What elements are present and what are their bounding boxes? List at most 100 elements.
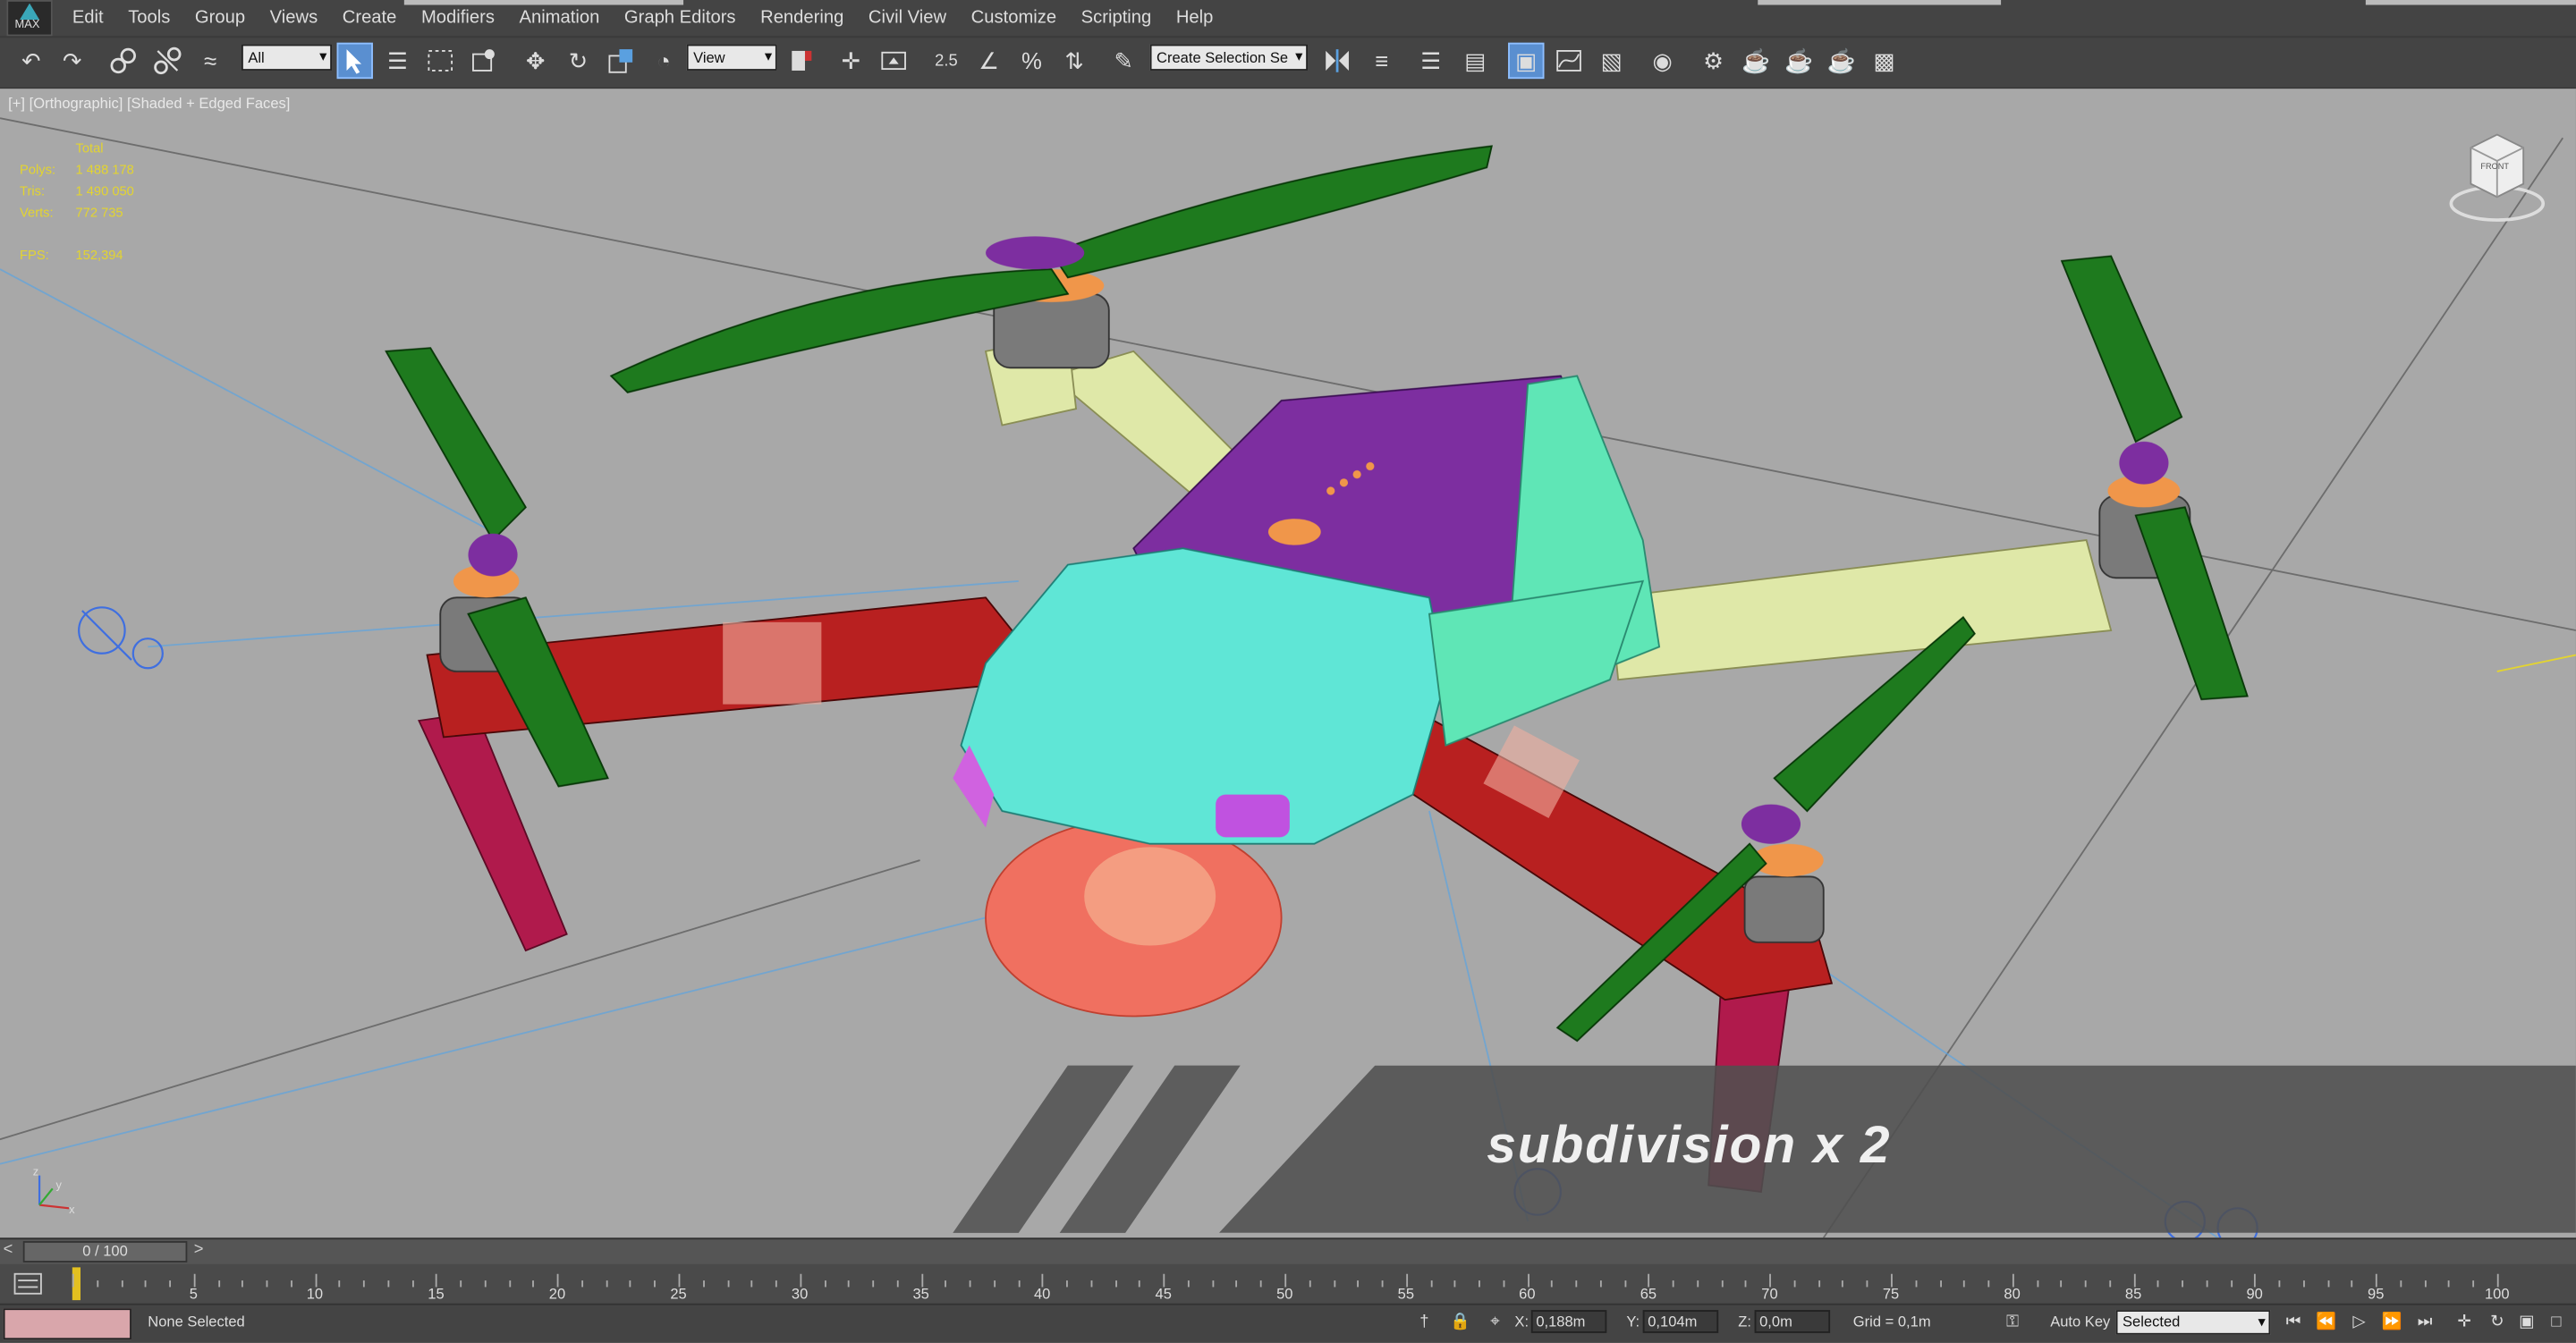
percent-snap-icon[interactable]: % [1013,43,1049,79]
redo-icon[interactable]: ↷ [55,43,90,79]
frame-tick [1066,1280,1069,1288]
menu-rendering[interactable]: Rendering [760,8,843,28]
frame-tick [484,1280,487,1288]
frame-tick [217,1280,220,1288]
reference-coordinate-value: View [693,49,725,66]
frame-tick [1454,1280,1456,1288]
auto-key-button[interactable]: Auto Key [2050,1313,2110,1330]
track-bar[interactable]: 5 10 15 20 25 30 35 40 45 50 55 60 65 70 75 80 85 90 95 100 [0,1263,2576,1304]
mirror-icon[interactable] [1319,43,1355,79]
menu-help[interactable]: Help [1176,8,1214,28]
snap-toggle-icon[interactable]: 2.5 [928,43,964,79]
window-crossing-icon[interactable] [465,43,501,79]
frame-tick [169,1280,172,1288]
go-to-start-icon[interactable]: ⏮ [2280,1310,2306,1336]
frame-tick [896,1280,899,1288]
frame-tick-label: 45 [1155,1285,1172,1302]
render-online-icon[interactable]: ▩ [1866,43,1902,79]
selection-filter-dropdown[interactable]: All ▾ [241,44,333,71]
frame-tick [775,1280,777,1288]
app-logo-label: MAX [14,20,40,31]
time-slider-next-icon[interactable]: > [194,1241,204,1259]
unlink-icon[interactable] [149,43,185,79]
render-iterative-icon[interactable]: ☕ [1824,43,1860,79]
perspective-viewport[interactable]: [+] [Orthographic] [Shaded + Edged Faces… [0,87,2576,1238]
material-editor-icon[interactable]: ◉ [1645,43,1681,79]
layer-manager-icon[interactable]: ☰ [1413,43,1449,79]
scale-icon[interactable] [603,43,639,79]
maximize-viewport-icon[interactable]: □ [2543,1310,2569,1336]
link-icon[interactable] [106,43,141,79]
toggle-ribbon-icon[interactable]: ▣ [1508,42,1545,80]
key-icon[interactable]: ⚿ [2001,1312,2024,1335]
selection-lock-icon[interactable]: 🔒 [1449,1312,1472,1335]
zoom-extents-icon[interactable]: ▣ [2513,1310,2539,1336]
select-manipulate-icon[interactable]: ✛ [833,43,869,79]
next-frame-icon[interactable]: ⏩ [2379,1310,2405,1336]
menu-customize[interactable]: Customize [971,8,1056,28]
key-filter-dropdown[interactable]: Selected ▾ [2115,1310,2271,1335]
render-setup-icon[interactable]: ⚙ [1695,43,1731,79]
render-production-icon[interactable]: ☕ [1781,43,1817,79]
rotate-icon[interactable]: ↻ [560,43,596,79]
scene-explorer-icon[interactable]: ▤ [1457,43,1493,79]
frame-ruler[interactable]: 5 10 15 20 25 30 35 40 45 50 55 60 65 70 75 80 85 90 95 100 [72,1264,2510,1304]
mini-curve-editor-icon[interactable] [13,1272,43,1296]
angle-snap-icon[interactable]: ∠ [970,43,1006,79]
y-coordinate-field[interactable]: 0,104m [1642,1310,1719,1333]
key-filter-value: Selected [2123,1313,2181,1330]
menu-scripting[interactable]: Scripting [1081,8,1152,28]
menu-animation[interactable]: Animation [519,8,599,28]
rendered-frame-icon[interactable]: ☕ [1738,43,1774,79]
menu-civil-view[interactable]: Civil View [869,8,946,28]
place-icon[interactable]: ◔ [646,43,682,79]
undo-icon[interactable]: ↶ [13,43,49,79]
move-icon[interactable]: ✥ [518,43,554,79]
play-icon[interactable]: ▷ [2346,1310,2372,1336]
stats-value: 772 735 [75,205,123,221]
menu-tools[interactable]: Tools [128,8,170,28]
frame-tick [2327,1280,2329,1288]
named-selection-dropdown[interactable]: Create Selection Se ▾ [1149,44,1309,71]
go-to-end-icon[interactable]: ⏭ [2411,1310,2437,1336]
menu-edit[interactable]: Edit [72,8,104,28]
frame-tick [121,1280,123,1288]
absolute-mode-icon[interactable]: ⌖ [1484,1312,1507,1335]
z-coordinate-field[interactable]: 0,0m [1754,1310,1831,1333]
pan-icon[interactable]: ✛ [2451,1310,2477,1336]
menu-modifiers[interactable]: Modifiers [421,8,495,28]
previous-frame-icon[interactable]: ⏪ [2313,1310,2339,1336]
drone-front-shell [960,547,1447,845]
main-toolbar: ↶ ↷ ≈ All ▾ ☰ ✥ ↻ ◔ View ▾ ✛ 2.5 ∠ % ⇅ ✎… [0,36,2576,89]
bind-space-warp-icon[interactable]: ≈ [192,43,228,79]
menu-group[interactable]: Group [195,8,245,28]
keyboard-shortcut-icon[interactable] [876,43,911,79]
viewcube-face-label[interactable]: FRONT [2480,163,2509,173]
x-coordinate-field[interactable]: 0,188m [1530,1310,1607,1333]
rectangular-selection-icon[interactable] [422,43,458,79]
viewport-label-menu[interactable]: [+] [Orthographic] [Shaded + Edged Faces… [8,95,290,111]
select-object-icon[interactable] [336,42,373,80]
edit-named-selection-icon[interactable]: ✎ [1106,43,1141,79]
time-slider-thumb[interactable]: 0 / 100 [22,1241,188,1263]
reference-coordinate-dropdown[interactable]: View ▾ [686,44,777,71]
menu-graph-editors[interactable]: Graph Editors [624,8,736,28]
time-slider-prev-icon[interactable]: < [4,1241,13,1259]
select-by-name-icon[interactable]: ☰ [379,43,415,79]
orbit-icon[interactable]: ↻ [2484,1310,2510,1336]
menu-views[interactable]: Views [270,8,318,28]
menu-create[interactable]: Create [343,8,397,28]
pivot-center-icon[interactable] [784,43,819,79]
align-icon[interactable]: ≡ [1363,43,1399,79]
app-logo-button[interactable]: MAX [6,0,53,37]
isolate-selection-icon[interactable]: † [1413,1312,1436,1335]
maxscript-listener[interactable] [3,1308,131,1340]
stats-header: Total [75,140,104,156]
frame-tick [654,1280,657,1288]
grid-size: Grid = 0,1m [1852,1313,1931,1330]
time-slider[interactable]: < 0 / 100 > [0,1237,2576,1266]
schematic-view-icon[interactable]: ▧ [1594,43,1630,79]
spinner-snap-icon[interactable]: ⇅ [1056,43,1092,79]
curve-editor-icon[interactable] [1551,43,1587,79]
frame-tick [1357,1280,1360,1288]
